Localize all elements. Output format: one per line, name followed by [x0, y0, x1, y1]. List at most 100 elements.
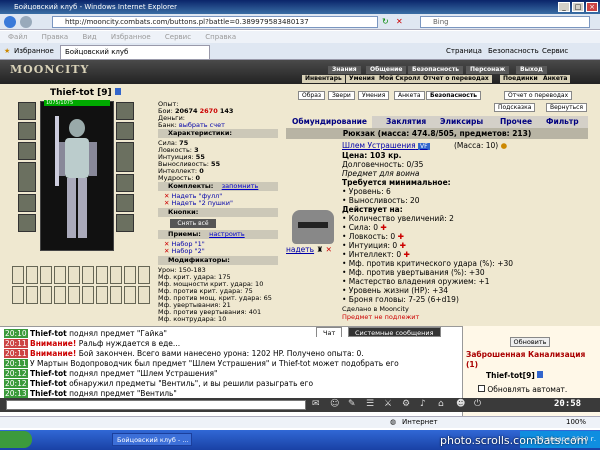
nav-scroll[interactable]: Мой Скролл [376, 75, 425, 83]
quick-slot[interactable] [54, 266, 66, 284]
auto-refresh-checkbox[interactable] [478, 385, 485, 392]
map-icon[interactable]: ⌂ [438, 399, 444, 409]
nav-security[interactable]: Безопасность [408, 66, 464, 74]
sets-remember-link[interactable]: запомнить [222, 182, 259, 190]
btn-profile[interactable]: Анкета [394, 91, 425, 100]
menu-help[interactable]: Справка [205, 33, 236, 41]
back-button[interactable]: Вернуться [546, 103, 588, 112]
sound-icon[interactable]: ♪ [420, 399, 426, 409]
quick-slot[interactable] [82, 266, 94, 284]
tab-filter[interactable]: Фильтр [546, 116, 579, 128]
nav-chat[interactable]: Общение [366, 66, 407, 74]
tool-service[interactable]: Сервис [542, 46, 568, 57]
sets-header[interactable]: Комплекты: запомнить [158, 182, 278, 191]
chat-input[interactable] [6, 400, 306, 410]
plus-icon[interactable]: ✚ [398, 232, 404, 241]
tab-equipment[interactable]: Обмундирование [292, 116, 367, 128]
settings-icon[interactable]: ⚙ [402, 399, 410, 409]
slot-bracers[interactable] [116, 102, 134, 120]
tool-page[interactable]: Страница [446, 46, 482, 57]
wear-link[interactable]: надеть [286, 245, 314, 254]
slot-boots[interactable] [116, 214, 134, 232]
remove-icon[interactable]: ✕ [164, 199, 169, 207]
tool-security[interactable]: Безопасность [488, 46, 539, 57]
menu-edit[interactable]: Правка [42, 33, 69, 41]
start-button[interactable] [0, 431, 32, 448]
quick-slot[interactable] [12, 286, 24, 304]
quick-slot[interactable] [124, 266, 136, 284]
taskbar-ie-window[interactable]: Бойцовский клуб - ... [112, 433, 192, 446]
slot-gloves[interactable] [116, 122, 134, 140]
plus-icon[interactable]: ✚ [380, 223, 386, 232]
quick-slot[interactable] [40, 286, 52, 304]
fight-icon[interactable]: ⚔ [384, 399, 392, 409]
btn-skills[interactable]: Умения [358, 91, 390, 100]
url-input[interactable]: http://mooncity.combats.com/buttons.pl?b… [52, 16, 378, 28]
priemy-setup-link[interactable]: настроить [209, 230, 245, 238]
back-icon[interactable] [4, 16, 16, 28]
buttons-header[interactable]: Кнопки: [158, 208, 278, 217]
quick-slot[interactable] [124, 286, 136, 304]
plus-icon[interactable]: ✚ [400, 241, 406, 250]
chat-tab-system[interactable]: Системные сообщения [348, 327, 441, 337]
stop-icon[interactable]: ✕ [396, 17, 403, 26]
priemy-header[interactable]: Приемы: настроить [158, 230, 278, 239]
set-link[interactable]: Надеть "2 пушки" [172, 199, 233, 207]
refresh-button[interactable]: Обновить [510, 337, 550, 347]
menu-tools[interactable]: Сервис [165, 33, 191, 41]
send-icon[interactable]: ✉ [312, 399, 320, 409]
tab-other[interactable]: Прочее [500, 116, 532, 128]
search-input[interactable]: Bing [420, 16, 590, 28]
chat-user[interactable]: Thief-tot [30, 329, 67, 338]
quick-slot[interactable] [68, 266, 80, 284]
nav-profile[interactable]: Анкета [540, 75, 571, 83]
modifiers-header[interactable]: Модификаторы: [158, 256, 278, 265]
maximize-button[interactable]: □ [572, 2, 584, 12]
slot-helmet[interactable] [18, 102, 36, 120]
nav-character[interactable]: Персонаж [466, 66, 510, 74]
user-icon[interactable]: ☻ [456, 399, 465, 409]
exit-icon[interactable]: ⏻ [474, 399, 481, 409]
nav-exit[interactable]: Выход [516, 66, 547, 74]
btn-transfers[interactable]: Отчет о переводах [504, 91, 573, 100]
quick-slot[interactable] [26, 286, 38, 304]
info-icon[interactable] [114, 88, 121, 95]
tab-current[interactable]: Бойцовский клуб [60, 45, 210, 59]
slot-amulet[interactable] [18, 142, 36, 160]
close-button[interactable]: × [586, 2, 598, 12]
favorites-star-icon[interactable]: ★ [4, 46, 10, 57]
drop-icon[interactable]: ✕ [326, 245, 332, 254]
slot-ring-2[interactable] [116, 194, 134, 212]
remove-all-button[interactable]: Снять всё [170, 219, 216, 228]
menu-favorites[interactable]: Избранное [111, 33, 151, 41]
set-item[interactable]: ✕ Надеть "2 пушки" [164, 199, 233, 207]
quick-slot[interactable] [68, 286, 80, 304]
characteristics-header[interactable]: Характеристики: [158, 129, 278, 138]
menu-view[interactable]: Вид [82, 33, 96, 41]
nav-knowledge[interactable]: Знания [328, 66, 361, 74]
nav-fights[interactable]: Поединки [500, 75, 541, 83]
menu-file[interactable]: Файл [8, 33, 27, 41]
btn-image[interactable]: Образ [298, 91, 326, 100]
zoom-level[interactable]: 100% [566, 417, 586, 428]
quick-slot[interactable] [138, 266, 150, 284]
quick-slot[interactable] [40, 266, 52, 284]
favorites-button[interactable]: Избранное [14, 46, 54, 57]
tab-elixirs[interactable]: Эликсиры [440, 116, 483, 128]
hint-button[interactable]: Подсказка [494, 103, 536, 112]
nav-skills[interactable]: Умения [346, 75, 378, 83]
plus-icon[interactable]: ✚ [403, 250, 409, 259]
quick-slot[interactable] [12, 266, 24, 284]
remove-icon[interactable]: ✕ [164, 247, 169, 255]
quick-slot[interactable] [26, 266, 38, 284]
info-icon[interactable] [537, 371, 544, 378]
smile-icon[interactable]: ☺ [330, 399, 339, 409]
slot-shield[interactable] [116, 142, 134, 172]
slot-weapon[interactable] [18, 162, 36, 192]
nav-transfer-report[interactable]: Отчет о переводах [420, 75, 492, 83]
location-user[interactable]: Thief-tot[9] [486, 371, 544, 380]
tab-spells[interactable]: Заклятия [386, 116, 426, 128]
refresh-icon[interactable]: ↻ [382, 17, 389, 26]
btn-pets[interactable]: Звери [328, 91, 355, 100]
quick-slot[interactable] [54, 286, 66, 304]
